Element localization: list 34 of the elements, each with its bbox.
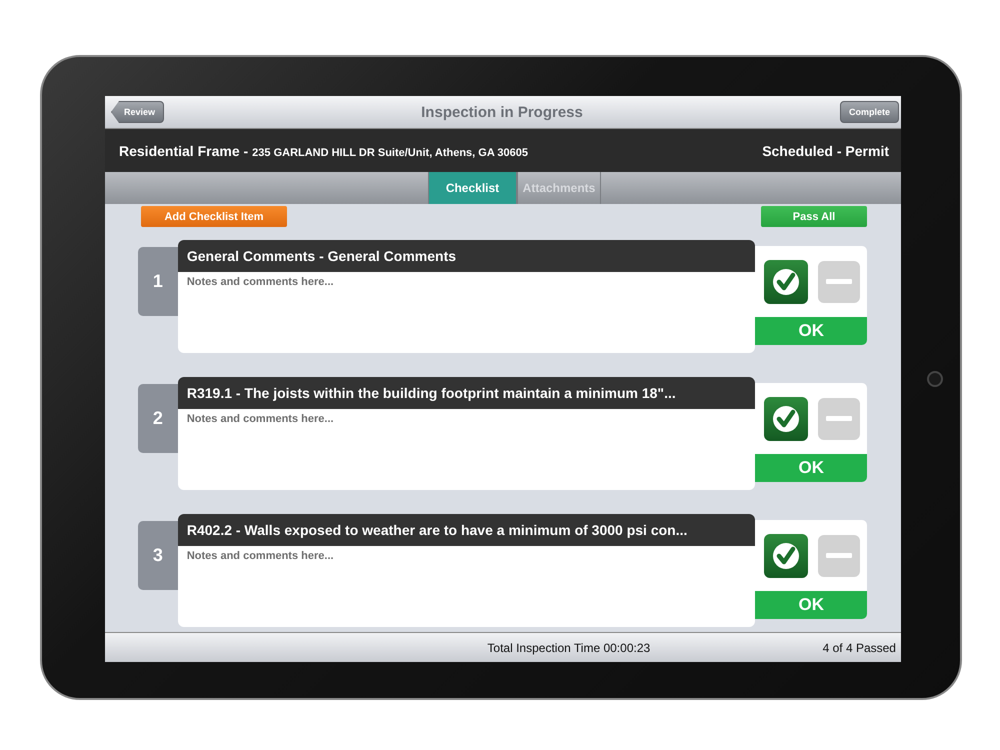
- item-title: R319.1 - The joists within the building footprint maintain a minimum 18"...: [178, 377, 756, 409]
- pass-checkbox[interactable]: [764, 396, 808, 440]
- tab[interactable]: Attachments: [517, 172, 601, 204]
- pass-checkbox[interactable]: [764, 534, 808, 578]
- result-label: OK: [755, 591, 868, 619]
- result-label: OK: [755, 317, 868, 345]
- passed-count: 4 of 4 Passed: [822, 640, 896, 654]
- inspection-status: Scheduled - Permit: [762, 142, 889, 158]
- pass-checkbox[interactable]: [764, 260, 808, 304]
- item-number: 2: [138, 384, 178, 453]
- screen-title: Inspection in Progress: [421, 104, 583, 120]
- complete-button[interactable]: Complete: [840, 101, 899, 123]
- back-button[interactable]: Review: [111, 101, 164, 123]
- check-icon: [771, 540, 802, 570]
- notes-field[interactable]: Notes and comments here...: [178, 409, 756, 490]
- inspection-time: Total Inspection Time 00:00:23: [487, 640, 650, 654]
- check-icon: [771, 404, 802, 434]
- not-applicable-checkbox[interactable]: [818, 260, 860, 302]
- notes-field[interactable]: Notes and comments here...: [178, 546, 756, 627]
- not-applicable-checkbox[interactable]: [818, 398, 860, 440]
- inspection-type: Residential Frame -: [119, 142, 248, 158]
- not-applicable-checkbox[interactable]: [818, 534, 860, 576]
- item-title: General Comments - General Comments: [178, 240, 756, 272]
- item-title: R402.2 - Walls exposed to weather are to have a minimum of 3000 psi con...: [178, 514, 756, 546]
- check-icon: [771, 266, 802, 296]
- notes-field[interactable]: Notes and comments here...: [178, 272, 756, 353]
- item-number: 1: [138, 247, 178, 316]
- pass-all-button[interactable]: Pass All: [761, 206, 867, 227]
- address: 235 GARLAND HILL DR Suite/Unit, Athens, GA 30605: [252, 146, 528, 158]
- add-item-button[interactable]: Add Checklist Item: [141, 206, 287, 227]
- result-label: OK: [755, 454, 868, 482]
- camera-lens: [927, 371, 943, 387]
- item-number: 3: [138, 521, 178, 590]
- tab[interactable]: Checklist: [428, 172, 517, 204]
